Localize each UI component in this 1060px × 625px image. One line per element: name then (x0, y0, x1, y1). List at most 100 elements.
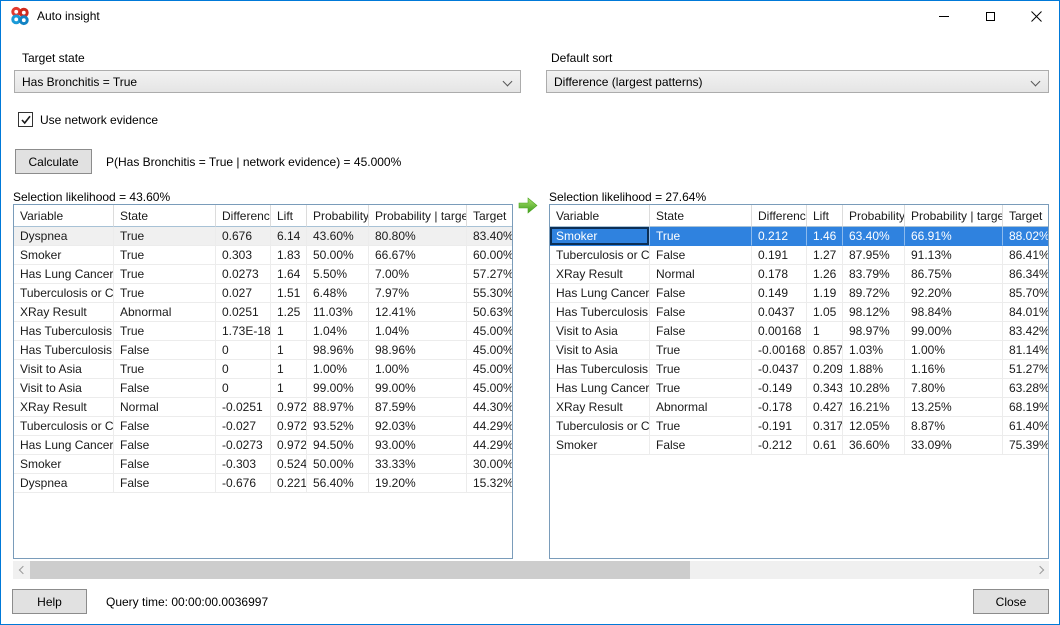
table-row[interactable]: Tuberculosis or CarTrue0.0271.516.48%7.9… (14, 284, 513, 303)
table-cell[interactable]: -0.178 (752, 398, 807, 417)
table-cell[interactable]: Smoker (550, 436, 650, 455)
table-cell[interactable]: 0.524 (271, 455, 307, 474)
table-cell[interactable]: Dyspnea (14, 474, 114, 493)
table-cell[interactable]: Abnormal (650, 398, 752, 417)
table-cell[interactable]: Has Lung Cancer (550, 379, 650, 398)
table-row[interactable]: Tuberculosis or CarFalse0.1911.2787.95%9… (550, 246, 1049, 265)
table-row[interactable]: XRay ResultAbnormal-0.1780.42716.21%13.2… (550, 398, 1049, 417)
table-cell[interactable]: True (650, 417, 752, 436)
table-row[interactable]: SmokerFalse-0.2120.6136.60%33.09%75.39% (550, 436, 1049, 455)
table-cell[interactable]: -0.0251 (216, 398, 271, 417)
table-cell[interactable]: 63.28% (1003, 379, 1049, 398)
table-cell[interactable]: 6.14 (271, 227, 307, 246)
table-row[interactable]: XRay ResultNormal-0.02510.97288.97%87.59… (14, 398, 513, 417)
table-cell[interactable]: 98.97% (843, 322, 905, 341)
table-cell[interactable]: Smoker (550, 227, 650, 246)
table-cell[interactable]: 0.972 (271, 436, 307, 455)
right-insight-table[interactable]: VariableStateDifferenceLiftProbabilityPr… (549, 204, 1049, 559)
table-cell[interactable]: False (650, 303, 752, 322)
column-header-target[interactable]: Target (1003, 205, 1049, 227)
table-cell[interactable]: 81.14% (1003, 341, 1049, 360)
table-cell[interactable]: 0.61 (807, 436, 843, 455)
table-cell[interactable]: Has Lung Cancer (550, 284, 650, 303)
table-cell[interactable]: True (650, 360, 752, 379)
table-cell[interactable]: 80.80% (369, 227, 467, 246)
table-row[interactable]: Has Lung CancerFalse0.1491.1989.72%92.20… (550, 284, 1049, 303)
table-cell[interactable]: 99.00% (905, 322, 1003, 341)
table-cell[interactable]: 83.79% (843, 265, 905, 284)
table-cell[interactable]: Has Tuberculosis (550, 360, 650, 379)
table-cell[interactable]: -0.027 (216, 417, 271, 436)
table-cell[interactable]: 1 (807, 322, 843, 341)
table-row[interactable]: Has TuberculosisFalse0198.96%98.96%45.00… (14, 341, 513, 360)
table-cell[interactable]: Tuberculosis or Car (550, 417, 650, 436)
table-cell[interactable]: True (650, 379, 752, 398)
table-cell[interactable]: Has Lung Cancer (14, 436, 114, 455)
table-cell[interactable]: True (650, 341, 752, 360)
table-cell[interactable]: 1.88% (843, 360, 905, 379)
table-cell[interactable]: 30.00% (467, 455, 513, 474)
table-cell[interactable]: 13.25% (905, 398, 1003, 417)
table-cell[interactable]: 99.00% (369, 379, 467, 398)
table-cell[interactable]: 6.48% (307, 284, 369, 303)
table-cell[interactable]: 0.221 (271, 474, 307, 493)
table-cell[interactable]: True (114, 227, 216, 246)
close-window-button[interactable] (1013, 1, 1059, 31)
table-cell[interactable]: 0.191 (752, 246, 807, 265)
table-cell[interactable]: 92.03% (369, 417, 467, 436)
table-cell[interactable]: 36.60% (843, 436, 905, 455)
table-cell[interactable]: 33.09% (905, 436, 1003, 455)
table-cell[interactable]: 61.40% (1003, 417, 1049, 436)
table-cell[interactable]: True (114, 322, 216, 341)
table-cell[interactable]: 11.03% (307, 303, 369, 322)
table-row[interactable]: Visit to AsiaFalse0.00168198.97%99.00%83… (550, 322, 1049, 341)
table-cell[interactable]: 45.00% (467, 341, 513, 360)
column-header-lift[interactable]: Lift (271, 205, 307, 227)
table-row[interactable]: Has Lung CancerTrue-0.1490.34310.28%7.80… (550, 379, 1049, 398)
table-cell[interactable]: 91.13% (905, 246, 1003, 265)
table-cell[interactable]: Smoker (14, 246, 114, 265)
column-header-probability-target[interactable]: Probability | target (905, 205, 1003, 227)
column-header-difference[interactable]: Difference (216, 205, 271, 227)
table-cell[interactable]: True (114, 360, 216, 379)
table-cell[interactable]: -0.676 (216, 474, 271, 493)
table-cell[interactable]: 50.00% (307, 246, 369, 265)
table-row[interactable]: Tuberculosis or CarFalse-0.0270.97293.52… (14, 417, 513, 436)
table-row[interactable]: SmokerTrue0.2121.4663.40%66.91%88.02% (550, 227, 1049, 246)
table-row[interactable]: Tuberculosis or CarTrue-0.1910.31712.05%… (550, 417, 1049, 436)
table-cell[interactable]: 0.857 (807, 341, 843, 360)
table-cell[interactable]: 1.25 (271, 303, 307, 322)
table-cell[interactable]: 83.40% (467, 227, 513, 246)
table-cell[interactable]: 66.91% (905, 227, 1003, 246)
table-cell[interactable]: 55.30% (467, 284, 513, 303)
column-header-variable[interactable]: Variable (14, 205, 114, 227)
column-header-target[interactable]: Target (467, 205, 513, 227)
table-row[interactable]: DyspneaTrue0.6766.1443.60%80.80%83.40% (14, 227, 513, 246)
table-cell[interactable]: 1.51 (271, 284, 307, 303)
table-cell[interactable]: 1.00% (905, 341, 1003, 360)
table-cell[interactable]: 7.00% (369, 265, 467, 284)
table-cell[interactable]: 87.59% (369, 398, 467, 417)
table-cell[interactable]: 1.19 (807, 284, 843, 303)
table-cell[interactable]: Abnormal (114, 303, 216, 322)
table-row[interactable]: XRay ResultAbnormal0.02511.2511.03%12.41… (14, 303, 513, 322)
table-cell[interactable]: 86.75% (905, 265, 1003, 284)
table-cell[interactable]: 0.212 (752, 227, 807, 246)
table-cell[interactable]: Dyspnea (14, 227, 114, 246)
table-cell[interactable]: 7.80% (905, 379, 1003, 398)
table-cell[interactable]: 44.30% (467, 398, 513, 417)
column-header-variable[interactable]: Variable (550, 205, 650, 227)
table-cell[interactable]: 1.00% (369, 360, 467, 379)
table-cell[interactable]: 44.29% (467, 436, 513, 455)
table-cell[interactable]: 86.34% (1003, 265, 1049, 284)
table-cell[interactable]: 1.04% (369, 322, 467, 341)
left-insight-table[interactable]: VariableStateDifferenceLiftProbabilityPr… (13, 204, 513, 559)
table-cell[interactable]: 87.95% (843, 246, 905, 265)
table-cell[interactable]: Tuberculosis or Car (14, 284, 114, 303)
table-cell[interactable]: -0.303 (216, 455, 271, 474)
table-cell[interactable]: Has Lung Cancer (14, 265, 114, 284)
table-cell[interactable]: False (114, 436, 216, 455)
table-cell[interactable]: 0.343 (807, 379, 843, 398)
table-cell[interactable]: 7.97% (369, 284, 467, 303)
table-cell[interactable]: 85.70% (1003, 284, 1049, 303)
